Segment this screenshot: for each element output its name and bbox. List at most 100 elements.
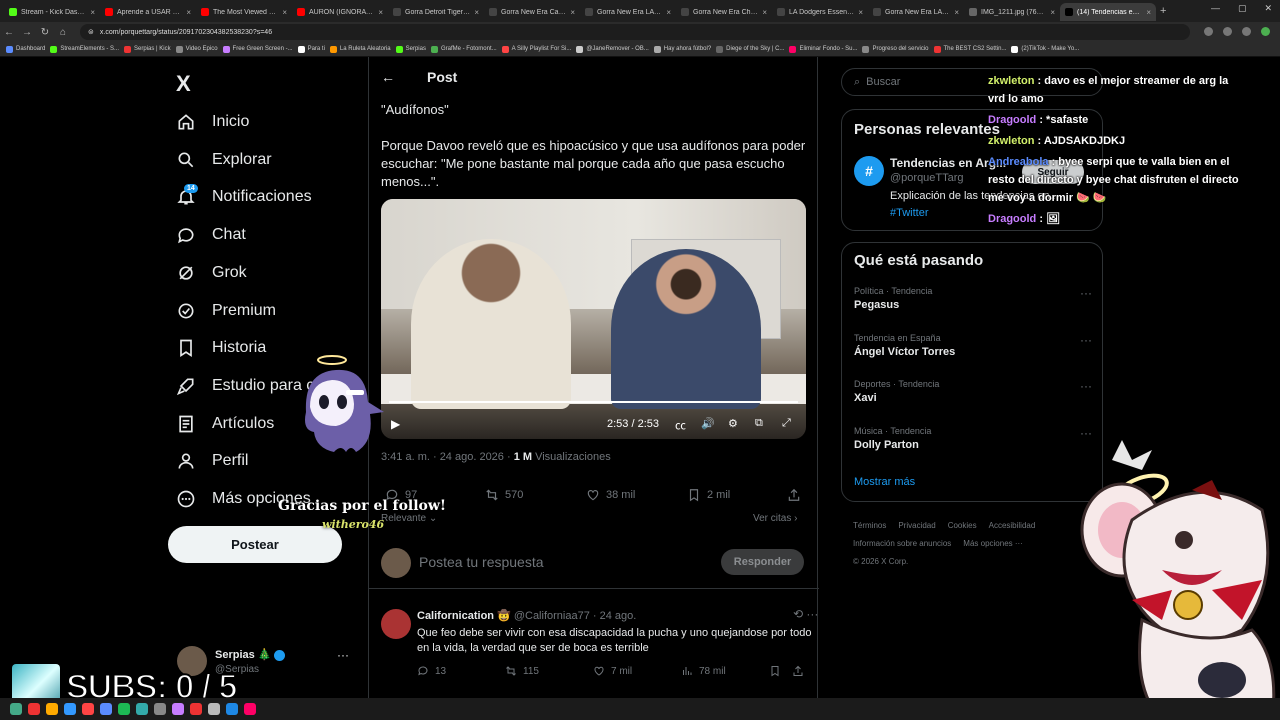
bookmark-item[interactable]: GrafMe - Fotomont... — [430, 45, 497, 53]
browser-tab[interactable]: IMG_1211.jpg (768×1... × — [964, 3, 1060, 21]
bookmark-item[interactable]: @JaneRemover - OB... — [576, 45, 649, 53]
bookmark-item[interactable]: Para ti — [297, 45, 325, 53]
more-icon[interactable]: ⟲ ··· — [793, 607, 818, 621]
like-action[interactable]: 7 mil — [593, 665, 632, 677]
avatar[interactable] — [381, 609, 411, 639]
close-icon[interactable]: × — [378, 8, 383, 17]
minimize-icon[interactable]: — — [1211, 3, 1220, 14]
new-tab-icon[interactable]: + — [1160, 5, 1166, 17]
sidebar-item-articulos[interactable]: Artículos — [176, 414, 274, 434]
close-icon[interactable]: × — [570, 8, 575, 17]
home-browser-icon[interactable]: ⌂ — [54, 27, 72, 38]
sidebar-item-grok[interactable]: Grok — [176, 263, 247, 283]
trend-item[interactable]: Música · Tendencia Dolly Parton ··· — [854, 426, 1092, 451]
share-action[interactable] — [792, 665, 804, 677]
view-quotes-link[interactable]: Ver citas › — [753, 513, 797, 524]
sidebar-item-perfil[interactable]: Perfil — [176, 451, 248, 471]
reply-author[interactable]: Californication 🤠 — [417, 610, 511, 622]
captions-icon[interactable]: ㏄ — [675, 417, 688, 432]
taskbar-app-icon[interactable] — [244, 703, 256, 715]
bookmark-item[interactable]: Video Epico — [175, 45, 218, 53]
reply-post[interactable]: Californication 🤠 @Californiaa77 · 24 ag… — [369, 597, 819, 697]
reload-icon[interactable]: ↻ — [36, 27, 54, 38]
video-progress-bar[interactable] — [389, 401, 798, 403]
volume-icon[interactable]: 🔊 — [701, 417, 715, 430]
browser-tab[interactable]: Gorra Detroit Tigers M... × — [388, 3, 484, 21]
settings-icon[interactable]: ⚙ — [728, 417, 741, 430]
reply-input[interactable]: Postea tu respuesta — [419, 554, 544, 570]
trend-item[interactable]: Deportes · Tendencia Xavi ··· — [854, 379, 1092, 404]
forward-icon[interactable]: → — [18, 27, 36, 38]
close-icon[interactable]: × — [954, 8, 959, 17]
extension-icon[interactable] — [1223, 27, 1232, 36]
back-icon[interactable]: ← — [0, 27, 18, 38]
sort-dropdown[interactable]: Relevante ⌄ — [381, 513, 437, 524]
sidebar-item-inicio[interactable]: Inicio — [176, 112, 249, 132]
more-icon[interactable]: ··· — [1080, 333, 1092, 347]
more-icon[interactable]: ··· — [1080, 286, 1092, 300]
taskbar-app-icon[interactable] — [100, 703, 112, 715]
bookmark-item[interactable]: Hay ahora fútbol? — [653, 45, 711, 53]
repost-action[interactable]: 115 — [505, 665, 539, 677]
more-icon[interactable]: ··· — [337, 648, 349, 662]
reply-action[interactable]: 13 — [417, 665, 446, 677]
taskbar-app-icon[interactable] — [64, 703, 76, 715]
browser-tab[interactable]: Gorra New Era Carous... × — [484, 3, 580, 21]
taskbar-app-icon[interactable] — [82, 703, 94, 715]
taskbar-app-icon[interactable] — [226, 703, 238, 715]
browser-tab[interactable]: Gorra New Era Chicag... × — [676, 3, 772, 21]
post-button[interactable]: Postear — [168, 526, 342, 563]
more-icon[interactable]: ··· — [1080, 379, 1092, 393]
site-info-icon[interactable]: ⊜ — [88, 28, 94, 36]
browser-tab[interactable]: Gorra New Era LA Dod... × — [580, 3, 676, 21]
bookmark-item[interactable]: Serpias — [395, 45, 426, 53]
close-icon[interactable]: × — [90, 8, 95, 17]
trend-item[interactable]: Tendencia en España Ángel Víctor Torres ··… — [854, 333, 1092, 358]
reply-button[interactable]: Responder — [721, 549, 804, 575]
browser-tab[interactable]: Stream - Kick Dashbo... × — [4, 3, 100, 21]
browser-tab[interactable]: Aprende a USAR GOR... × — [100, 3, 196, 21]
browser-tab[interactable]: Gorra New Era LA Dod... × — [868, 3, 964, 21]
trend-item[interactable]: Política · Tendencia Pegasus ··· — [854, 286, 1092, 311]
back-arrow-icon[interactable]: ← — [381, 69, 395, 85]
footer-link[interactable]: Privacidad — [898, 521, 935, 530]
taskbar-app-icon[interactable] — [190, 703, 202, 715]
share-action[interactable] — [787, 488, 801, 502]
browser-tab[interactable]: LA Dodgers Essential B...× — [772, 3, 868, 21]
url-field[interactable]: ⊜ x.com/porquettarg/status/2091702304382… — [80, 24, 1190, 40]
footer-link[interactable]: Términos — [853, 521, 886, 530]
taskbar-app-icon[interactable] — [118, 703, 130, 715]
footer-link[interactable]: Más opciones ··· — [963, 539, 1023, 548]
hashtag-link[interactable]: #Twitter — [890, 207, 929, 219]
bookmark-item[interactable]: La Ruleta Aleatoria — [329, 45, 391, 53]
bookmark-item[interactable]: Diege of the Sky | C... — [716, 45, 784, 53]
bookmark-item[interactable]: (2)TikTok - Make Yo... — [1011, 45, 1079, 53]
like-action[interactable]: 38 mil — [586, 488, 635, 502]
taskbar-app-icon[interactable] — [208, 703, 220, 715]
taskbar-app-icon[interactable] — [46, 703, 58, 715]
footer-link[interactable]: Cookies — [948, 521, 977, 530]
close-window-icon[interactable]: ✕ — [1264, 3, 1272, 14]
play-icon[interactable]: ▶ — [391, 417, 400, 431]
browser-tab[interactable]: The Most Viewed VOD... × — [196, 3, 292, 21]
profile-icon[interactable] — [1261, 27, 1270, 36]
extension-icon[interactable] — [1204, 27, 1213, 36]
sidebar-item-chat[interactable]: Chat — [176, 225, 246, 245]
sidebar-item-explorar[interactable]: Explorar — [176, 150, 272, 170]
bookmark-item[interactable]: A Silly Playlist For Si... — [501, 45, 571, 53]
pip-icon[interactable]: ⧉ — [755, 417, 768, 430]
video-player[interactable]: ▶ 2:53 / 2:53 ㏄ 🔊 ⚙ ⧉ ⤢ — [381, 199, 806, 439]
x-logo[interactable]: X — [176, 71, 191, 97]
browser-tab[interactable]: (14) Tendencias en Arg...× — [1060, 3, 1156, 21]
bookmark-item[interactable]: StreamElements - S... — [50, 45, 119, 53]
fullscreen-icon[interactable]: ⤢ — [782, 417, 795, 430]
sidebar-item-historia[interactable]: Historia — [176, 338, 266, 358]
hashtag-avatar[interactable]: # — [854, 156, 884, 186]
taskbar-app-icon[interactable] — [10, 703, 22, 715]
bookmark-item[interactable]: Progreso del servicio — [862, 45, 929, 53]
bookmark-action[interactable] — [769, 665, 781, 677]
taskbar-app-icon[interactable] — [136, 703, 148, 715]
bookmark-action[interactable]: 2 mil — [687, 488, 730, 502]
views-action[interactable]: 78 mil — [681, 665, 726, 677]
maximize-icon[interactable]: ▢ — [1238, 3, 1247, 14]
